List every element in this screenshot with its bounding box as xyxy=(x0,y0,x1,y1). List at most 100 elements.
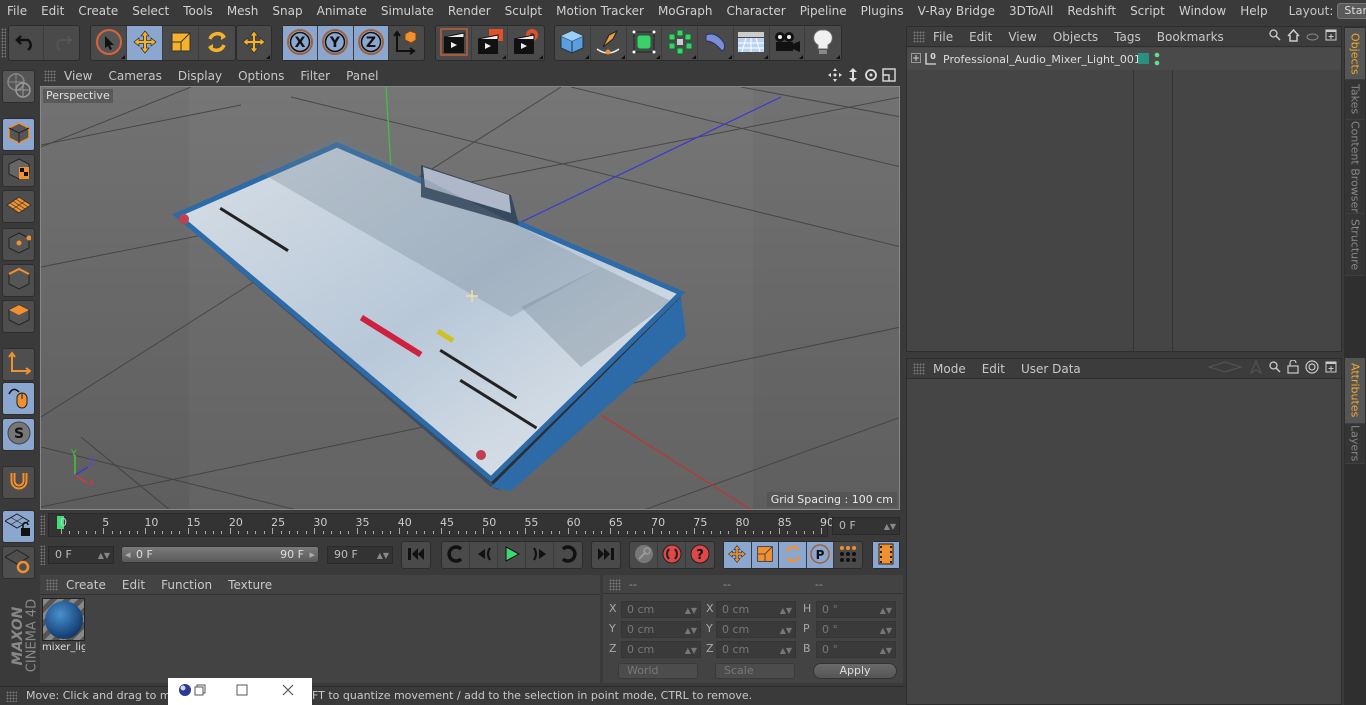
model-mode-button[interactable] xyxy=(2,118,35,151)
scale-button[interactable] xyxy=(163,26,199,60)
camera-button[interactable] xyxy=(770,26,806,60)
render-picture-viewer-button[interactable] xyxy=(472,26,508,60)
coordinate-type-select[interactable]: Scale xyxy=(715,663,795,679)
menu-render[interactable]: Render xyxy=(441,4,498,18)
object-row[interactable]: 0 Professional_Audio_Mixer_Light_001 xyxy=(907,48,1341,70)
menu-file[interactable]: File xyxy=(0,4,34,18)
restore-icon[interactable] xyxy=(194,684,206,699)
new-panel-icon[interactable] xyxy=(1325,29,1337,44)
viewport-menu-cameras[interactable]: Cameras xyxy=(100,69,169,83)
menu-mograph[interactable]: MoGraph xyxy=(651,4,720,18)
expand-icon[interactable] xyxy=(911,52,921,66)
material-menu-create[interactable]: Create xyxy=(58,578,114,592)
playbar-grip[interactable] xyxy=(40,545,45,565)
spinner-icon[interactable]: ▲▼ xyxy=(685,623,697,638)
menu-help[interactable]: Help xyxy=(1233,4,1274,18)
redo-button[interactable] xyxy=(44,26,79,60)
attribute-new-panel-icon[interactable] xyxy=(1325,361,1337,376)
viewport-layout-icon[interactable] xyxy=(882,67,896,85)
texture-mode-button[interactable] xyxy=(2,154,35,187)
cube-button[interactable] xyxy=(555,26,591,60)
menu-snap[interactable]: Snap xyxy=(265,4,309,18)
workplane-button[interactable] xyxy=(2,190,35,223)
spinner-icon[interactable]: ▲▼ xyxy=(884,519,896,535)
maximize-icon[interactable] xyxy=(236,684,248,699)
attribute-menu-user-data[interactable]: User Data xyxy=(1013,362,1089,376)
make-editable-button[interactable] xyxy=(2,70,35,103)
snap-button[interactable] xyxy=(2,466,35,499)
coordinate-field[interactable]: 0 ° ▲▼ xyxy=(816,601,896,618)
layer-color-swatch[interactable] xyxy=(1138,53,1149,64)
key-position-button[interactable] xyxy=(724,542,752,568)
subdivision-button[interactable] xyxy=(627,26,663,60)
tweak-mode-button[interactable] xyxy=(2,382,35,415)
next-key-button[interactable] xyxy=(554,542,582,568)
unlock-icon[interactable] xyxy=(1287,359,1299,377)
coordinate-mode-select[interactable]: World xyxy=(618,663,698,679)
coordinate-field[interactable]: 0 cm ▲▼ xyxy=(621,601,701,618)
key-parameter-button[interactable]: P xyxy=(806,542,835,568)
viewport-camera-label[interactable]: Perspective xyxy=(43,89,113,103)
spinner-icon[interactable]: ▲▼ xyxy=(880,623,892,638)
key-scale-button[interactable] xyxy=(751,542,780,568)
menu-window[interactable]: Window xyxy=(1172,4,1233,18)
menu-create[interactable]: Create xyxy=(71,4,125,18)
undo-button[interactable] xyxy=(9,26,45,60)
tab-takes[interactable]: Takes xyxy=(1345,80,1365,120)
z-axis-lock-button[interactable]: Z xyxy=(353,26,389,60)
coordinate-field[interactable]: 0 cm ▲▼ xyxy=(716,641,796,658)
close-icon[interactable] xyxy=(282,684,294,699)
menu-simulate[interactable]: Simulate xyxy=(374,4,441,18)
spinner-icon[interactable]: ▲▼ xyxy=(880,643,892,658)
viewport-menu-filter[interactable]: Filter xyxy=(292,69,338,83)
object-menu-bookmarks[interactable]: Bookmarks xyxy=(1149,30,1232,44)
spinner-icon[interactable]: ▲▼ xyxy=(780,603,792,618)
timeline-grip[interactable] xyxy=(40,515,45,535)
next-frame-button[interactable] xyxy=(526,542,554,568)
up-arrow-icon[interactable] xyxy=(1249,359,1263,377)
x-axis-lock-button[interactable]: X xyxy=(283,26,319,60)
viewport-menu-panel[interactable]: Panel xyxy=(338,69,386,83)
object-name[interactable]: Professional_Audio_Mixer_Light_001 xyxy=(943,53,1141,66)
attribute-search-icon[interactable] xyxy=(1269,361,1281,376)
menu-character[interactable]: Character xyxy=(719,4,792,18)
menu-animate[interactable]: Animate xyxy=(310,4,374,18)
prev-frame-button[interactable] xyxy=(470,542,498,568)
coordinate-grip[interactable] xyxy=(609,579,621,591)
cloner-button[interactable] xyxy=(662,26,698,60)
home-icon[interactable] xyxy=(1287,28,1300,45)
spinner-icon[interactable]: ▲▼ xyxy=(377,548,389,564)
back-arrow-icon[interactable] xyxy=(1207,360,1243,377)
spinner-icon[interactable]: ▲▼ xyxy=(780,623,792,638)
prev-key-button[interactable] xyxy=(442,542,470,568)
render-settings-button[interactable] xyxy=(508,26,544,60)
coordinate-field[interactable]: 0 ° ▲▼ xyxy=(816,641,896,658)
workplane-lock-button[interactable] xyxy=(2,510,35,543)
floor-button[interactable] xyxy=(734,26,770,60)
layout-select[interactable]: Startup xyxy=(1337,3,1366,19)
menu-plugins[interactable]: Plugins xyxy=(854,4,911,18)
go-to-start-button[interactable] xyxy=(402,542,430,568)
live-selection-button[interactable] xyxy=(91,26,127,60)
tab-content-browser[interactable]: Content Browser xyxy=(1345,120,1365,214)
recent-tool-button[interactable] xyxy=(237,26,271,60)
current-frame-field[interactable]: 0 F ▲▼ xyxy=(832,517,900,535)
menu-edit[interactable]: Edit xyxy=(34,4,71,18)
menu-tools[interactable]: Tools xyxy=(176,4,220,18)
keyframe-selection-button[interactable]: ? xyxy=(686,542,714,568)
object-menu-objects[interactable]: Objects xyxy=(1045,30,1106,44)
coordinate-field[interactable]: 0 cm ▲▼ xyxy=(621,641,701,658)
coordinate-field[interactable]: 0 cm ▲▼ xyxy=(716,621,796,638)
go-to-end-button[interactable] xyxy=(592,542,620,568)
range-left-arrow-icon[interactable]: ◂ xyxy=(125,547,131,562)
object-search-icon[interactable] xyxy=(1269,29,1281,44)
timeline-window-button[interactable] xyxy=(873,542,899,568)
record-keys-button[interactable] xyxy=(630,542,658,568)
viewport-orbit-icon[interactable] xyxy=(864,68,878,85)
viewport-menu-options[interactable]: Options xyxy=(230,69,292,83)
menu-motion-tracker[interactable]: Motion Tracker xyxy=(549,4,651,18)
material-menu-texture[interactable]: Texture xyxy=(220,578,280,592)
tab-attributes[interactable]: Attributes xyxy=(1345,358,1365,424)
play-button[interactable] xyxy=(498,542,526,568)
apply-button[interactable]: Apply xyxy=(813,663,897,679)
